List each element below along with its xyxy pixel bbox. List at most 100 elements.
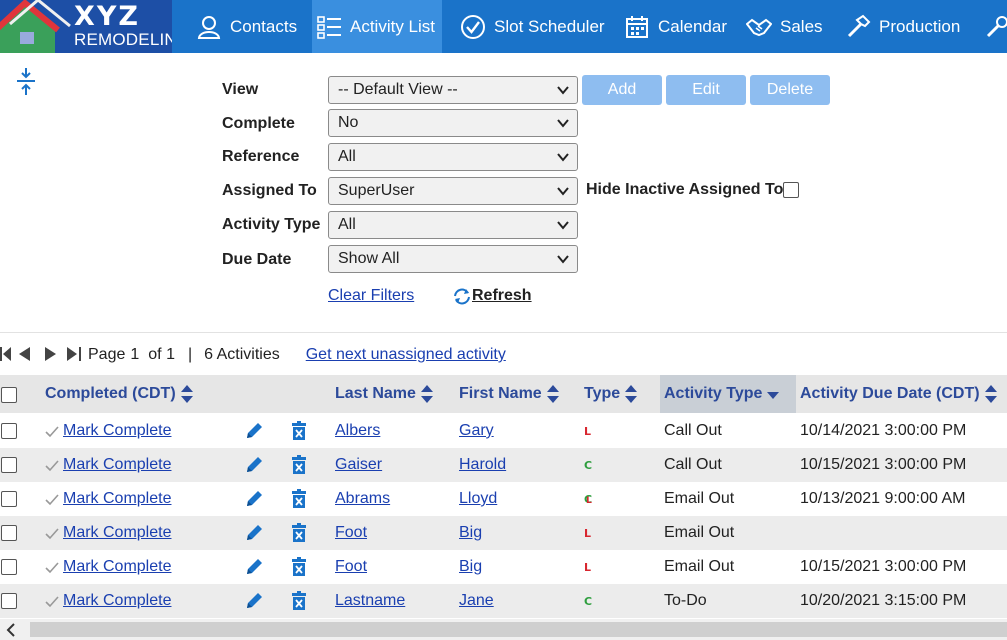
previous-page-icon[interactable]	[17, 346, 31, 362]
scrollbar-thumb[interactable]	[30, 622, 1007, 637]
next-unassigned-link[interactable]: Get next unassigned activity	[306, 346, 506, 364]
complete-label: Complete	[222, 115, 295, 132]
nav-tab-sales[interactable]: Sales	[746, 0, 836, 53]
nav-tab-tools[interactable]	[984, 0, 1007, 53]
nav-tab-calendar[interactable]: Calendar	[624, 0, 736, 53]
mark-complete-link[interactable]: Mark Complete	[63, 414, 171, 448]
edit-pencil-icon[interactable]	[244, 557, 264, 577]
grid-header: Completed (CDT) Last Name First Name Typ…	[0, 375, 1007, 413]
first-name-link[interactable]: Gary	[459, 414, 494, 448]
edit-pencil-icon[interactable]	[244, 455, 264, 475]
delete-trash-icon[interactable]	[291, 489, 307, 509]
select-all-checkbox[interactable]	[1, 387, 17, 403]
horizontal-scrollbar[interactable]	[0, 619, 1007, 640]
last-name-link[interactable]: Foot	[335, 516, 367, 550]
delete-trash-icon[interactable]	[291, 557, 307, 577]
last-name-link[interactable]: Foot	[335, 550, 367, 584]
last-name-link[interactable]: Abrams	[335, 482, 390, 516]
complete-select-value: No	[338, 114, 359, 131]
delete-trash-icon[interactable]	[291, 591, 307, 611]
activity-type-select[interactable]: All	[328, 211, 578, 239]
company-logo[interactable]: XYZ REMODELING	[0, 0, 172, 53]
activity-type-cell: To-Do	[664, 592, 707, 609]
mark-complete-link[interactable]: Mark Complete	[63, 448, 171, 482]
edit-pencil-icon[interactable]	[244, 523, 264, 543]
due-date-select-value: Show All	[338, 250, 400, 267]
sort-icon	[420, 385, 433, 403]
view-select[interactable]: -- Default View --	[328, 76, 578, 104]
due-date-select[interactable]: Show All	[328, 245, 578, 273]
hide-inactive-label: Hide Inactive Assigned To	[586, 181, 784, 198]
nav-tab-label: Production	[879, 16, 961, 36]
clear-filters-link[interactable]: Clear Filters	[328, 287, 414, 305]
table-row: Mark Complete Abrams Lloyd CL Email Out …	[0, 482, 1007, 516]
first-name-link[interactable]: Big	[459, 516, 482, 550]
type-badge: L	[584, 425, 592, 438]
header-completed[interactable]: Completed (CDT)	[45, 375, 194, 413]
assigned-to-label: Assigned To	[222, 182, 317, 199]
mark-complete-link[interactable]: Mark Complete	[63, 482, 171, 516]
first-name-link[interactable]: Big	[459, 550, 482, 584]
activity-type-cell: Email Out	[664, 490, 735, 507]
assigned-to-select[interactable]: SuperUser	[328, 177, 578, 205]
nav-tab-production[interactable]: Production	[845, 0, 975, 53]
next-page-icon[interactable]	[44, 346, 58, 362]
page-number[interactable]: 1	[130, 346, 139, 364]
row-checkbox[interactable]	[1, 559, 17, 575]
type-badge: CL	[584, 493, 592, 506]
scroll-left-icon[interactable]	[6, 623, 16, 637]
nav-tab-activity-list[interactable]: Activity List	[312, 0, 442, 53]
due-date-cell: 10/14/2021 3:00:00 PM	[800, 422, 967, 439]
reference-select[interactable]: All	[328, 143, 578, 171]
header-last-name[interactable]: Last Name	[335, 375, 434, 413]
nav-tab-slot-scheduler[interactable]: Slot Scheduler	[460, 0, 610, 53]
last-name-link[interactable]: Albers	[335, 414, 380, 448]
top-nav: XYZ REMODELING Contacts Activity List Sl…	[0, 0, 1007, 53]
header-due-date[interactable]: Activity Due Date (CDT)	[800, 375, 998, 413]
header-first-name[interactable]: First Name	[459, 375, 560, 413]
checkmark-icon	[45, 562, 59, 574]
first-name-link[interactable]: Jane	[459, 584, 494, 618]
nav-tab-label: Calendar	[658, 16, 727, 36]
edit-pencil-icon[interactable]	[244, 489, 264, 509]
first-page-icon[interactable]	[0, 346, 12, 362]
edit-pencil-icon[interactable]	[244, 421, 264, 441]
first-name-link[interactable]: Harold	[459, 448, 506, 482]
last-name-link[interactable]: Gaiser	[335, 448, 382, 482]
hide-inactive-checkbox[interactable]	[783, 182, 799, 198]
last-page-icon[interactable]	[66, 346, 82, 362]
collapse-filters-icon[interactable]	[14, 67, 38, 97]
row-checkbox[interactable]	[1, 593, 17, 609]
wrench-icon	[984, 14, 1007, 40]
delete-trash-icon[interactable]	[291, 421, 307, 441]
complete-select[interactable]: No	[328, 109, 578, 137]
row-checkbox[interactable]	[1, 423, 17, 439]
row-checkbox[interactable]	[1, 491, 17, 507]
add-view-button[interactable]: Add	[582, 75, 662, 105]
type-badge: L	[584, 527, 592, 540]
header-last-name-label: Last Name	[335, 385, 416, 402]
mark-complete-link[interactable]: Mark Complete	[63, 584, 171, 618]
delete-trash-icon[interactable]	[291, 455, 307, 475]
row-checkbox[interactable]	[1, 457, 17, 473]
chevron-down-icon	[557, 221, 569, 230]
chevron-down-icon	[557, 255, 569, 264]
header-activity-type[interactable]: Activity Type	[660, 375, 796, 413]
row-checkbox[interactable]	[1, 525, 17, 541]
nav-tab-contacts[interactable]: Contacts	[180, 0, 310, 53]
edit-pencil-icon[interactable]	[244, 591, 264, 611]
mark-complete-link[interactable]: Mark Complete	[63, 550, 171, 584]
type-badge: C	[584, 459, 593, 472]
delete-view-button[interactable]: Delete	[750, 75, 830, 105]
refresh-link[interactable]: Refresh	[452, 287, 532, 305]
header-type[interactable]: Type	[584, 375, 638, 413]
due-date-cell: 10/15/2021 3:00:00 PM	[800, 558, 967, 575]
delete-trash-icon[interactable]	[291, 523, 307, 543]
mark-complete-link[interactable]: Mark Complete	[63, 516, 171, 550]
activity-type-label: Activity Type	[222, 216, 321, 233]
first-name-link[interactable]: Lloyd	[459, 482, 497, 516]
due-date-cell: 10/20/2021 3:15:00 PM	[800, 592, 967, 609]
activity-type-cell: Call Out	[664, 422, 722, 439]
edit-view-button[interactable]: Edit	[666, 75, 746, 105]
last-name-link[interactable]: Lastname	[335, 584, 405, 618]
